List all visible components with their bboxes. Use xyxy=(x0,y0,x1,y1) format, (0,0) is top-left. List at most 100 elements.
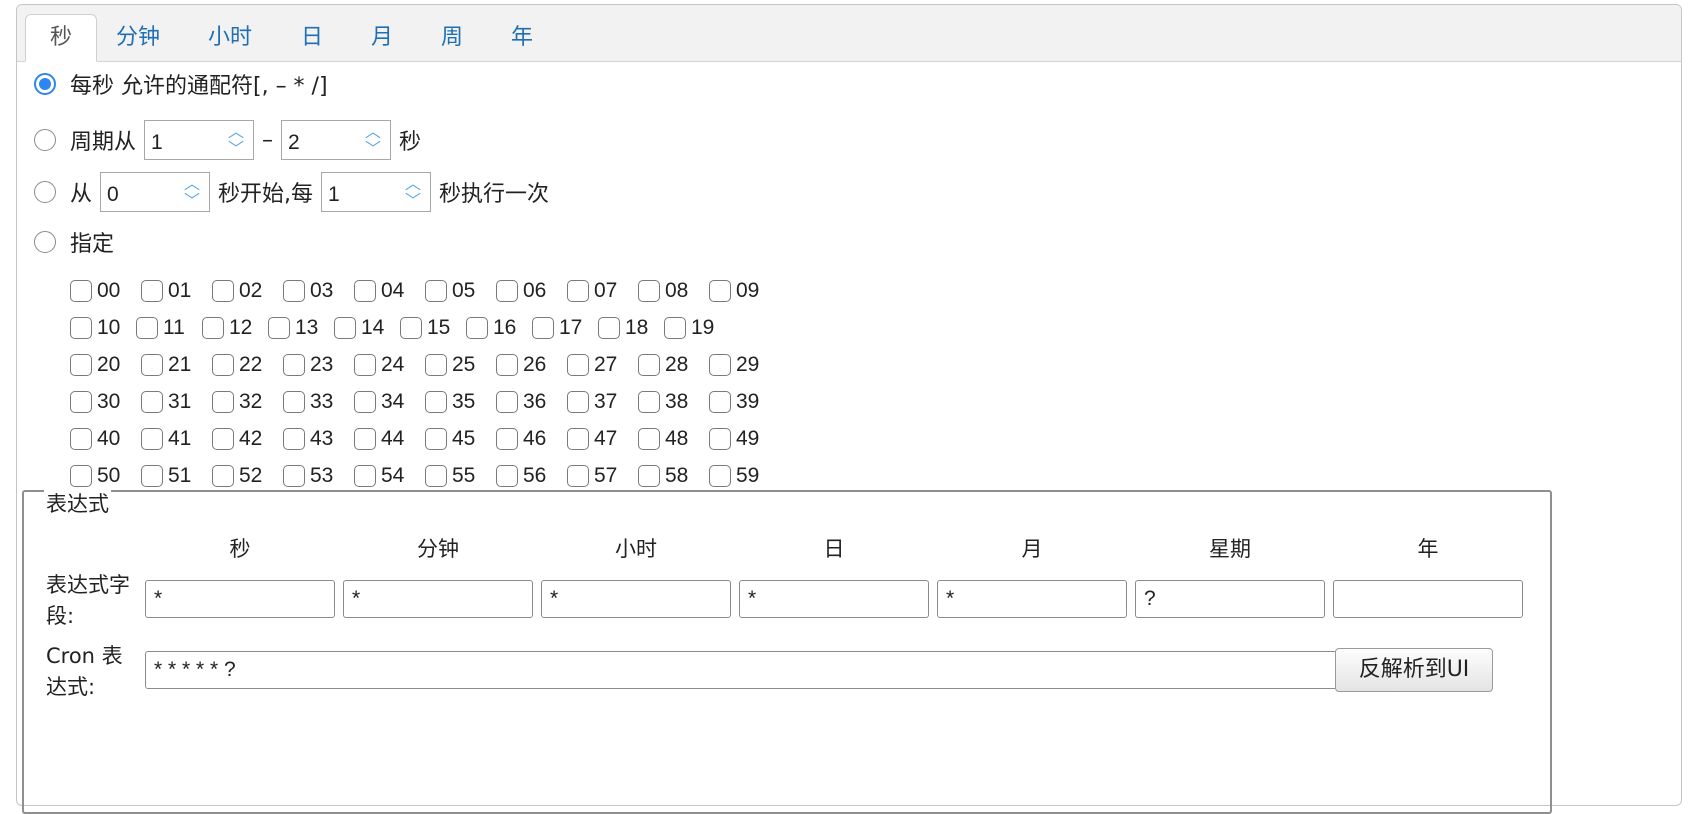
checkbox-box[interactable] xyxy=(567,427,589,450)
checkbox-box[interactable] xyxy=(496,427,518,450)
second-checkbox[interactable]: 09 xyxy=(709,279,780,303)
checkbox-box[interactable] xyxy=(283,464,305,487)
tab-month[interactable]: 月 xyxy=(361,15,403,61)
tab-hour[interactable]: 小时 xyxy=(199,15,261,61)
second-checkbox[interactable]: 18 xyxy=(598,316,664,340)
second-checkbox[interactable]: 56 xyxy=(496,464,567,488)
second-checkbox[interactable]: 14 xyxy=(334,316,400,340)
tab-second[interactable]: 秒 xyxy=(25,14,97,62)
option-specify[interactable]: 指定 xyxy=(34,222,114,262)
second-checkbox[interactable]: 03 xyxy=(283,279,354,303)
checkbox-box[interactable] xyxy=(283,390,305,413)
checkbox-box[interactable] xyxy=(425,427,447,450)
second-checkbox[interactable]: 50 xyxy=(70,464,141,488)
cron-expression-input[interactable]: * * * * * ? xyxy=(145,651,1337,689)
second-checkbox[interactable]: 58 xyxy=(638,464,709,488)
checkbox-box[interactable] xyxy=(136,316,158,339)
checkbox-box[interactable] xyxy=(400,316,422,339)
second-checkbox[interactable]: 57 xyxy=(567,464,638,488)
minute-field-input[interactable]: * xyxy=(343,580,533,618)
checkbox-box[interactable] xyxy=(70,464,92,487)
chevron-down-icon[interactable]: ﹀ xyxy=(400,192,426,209)
second-checkbox[interactable]: 22 xyxy=(212,353,283,377)
checkbox-box[interactable] xyxy=(664,316,686,339)
second-checkbox[interactable]: 37 xyxy=(567,390,638,414)
checkbox-box[interactable] xyxy=(638,464,660,487)
second-checkbox[interactable]: 05 xyxy=(425,279,496,303)
checkbox-box[interactable] xyxy=(212,353,234,376)
chevron-down-icon[interactable]: ﹀ xyxy=(223,140,249,157)
second-checkbox[interactable]: 38 xyxy=(638,390,709,414)
checkbox-box[interactable] xyxy=(283,279,305,302)
second-checkbox[interactable]: 51 xyxy=(141,464,212,488)
checkbox-box[interactable] xyxy=(425,353,447,376)
weekday-field-input[interactable]: ? xyxy=(1135,580,1325,618)
checkbox-box[interactable] xyxy=(141,427,163,450)
checkbox-box[interactable] xyxy=(496,390,518,413)
second-checkbox[interactable]: 00 xyxy=(70,279,141,303)
checkbox-box[interactable] xyxy=(268,316,290,339)
second-checkbox[interactable]: 49 xyxy=(709,427,780,451)
second-checkbox[interactable]: 16 xyxy=(466,316,532,340)
option-every-second[interactable]: 每秒 允许的通配符[, – * /] xyxy=(34,64,328,104)
second-checkbox[interactable]: 54 xyxy=(354,464,425,488)
chevron-up-icon[interactable]: ︿ xyxy=(179,175,205,192)
checkbox-box[interactable] xyxy=(567,464,589,487)
checkbox-box[interactable] xyxy=(354,279,376,302)
second-checkbox[interactable]: 23 xyxy=(283,353,354,377)
second-checkbox[interactable]: 04 xyxy=(354,279,425,303)
every-interval-stepper[interactable]: 1 ︿ ﹀ xyxy=(321,172,432,212)
second-field-input[interactable]: * xyxy=(145,580,335,618)
checkbox-box[interactable] xyxy=(283,427,305,450)
cycle-to-stepper[interactable]: 2 ︿ ﹀ xyxy=(281,120,392,160)
second-checkbox[interactable]: 12 xyxy=(202,316,268,340)
checkbox-box[interactable] xyxy=(425,279,447,302)
second-checkbox[interactable]: 24 xyxy=(354,353,425,377)
second-checkbox[interactable]: 29 xyxy=(709,353,780,377)
checkbox-box[interactable] xyxy=(638,390,660,413)
tab-week[interactable]: 周 xyxy=(431,15,473,61)
second-checkbox[interactable]: 20 xyxy=(70,353,141,377)
second-checkbox[interactable]: 42 xyxy=(212,427,283,451)
year-field-input[interactable] xyxy=(1333,580,1523,618)
checkbox-box[interactable] xyxy=(496,353,518,376)
chevron-down-icon[interactable]: ﹀ xyxy=(360,140,386,157)
second-checkbox[interactable]: 28 xyxy=(638,353,709,377)
second-checkbox[interactable]: 53 xyxy=(283,464,354,488)
second-checkbox[interactable]: 46 xyxy=(496,427,567,451)
second-checkbox[interactable]: 31 xyxy=(141,390,212,414)
checkbox-box[interactable] xyxy=(141,464,163,487)
checkbox-box[interactable] xyxy=(638,427,660,450)
radio-start-every[interactable] xyxy=(34,181,56,203)
second-checkbox[interactable]: 13 xyxy=(268,316,334,340)
checkbox-box[interactable] xyxy=(354,464,376,487)
tab-day[interactable]: 日 xyxy=(291,15,333,61)
second-checkbox[interactable]: 32 xyxy=(212,390,283,414)
second-checkbox[interactable]: 55 xyxy=(425,464,496,488)
second-checkbox[interactable]: 19 xyxy=(664,316,730,340)
second-checkbox[interactable]: 26 xyxy=(496,353,567,377)
checkbox-box[interactable] xyxy=(496,279,518,302)
checkbox-box[interactable] xyxy=(532,316,554,339)
checkbox-box[interactable] xyxy=(70,390,92,413)
second-checkbox[interactable]: 30 xyxy=(70,390,141,414)
checkbox-box[interactable] xyxy=(70,279,92,302)
second-checkbox[interactable]: 33 xyxy=(283,390,354,414)
second-checkbox[interactable]: 48 xyxy=(638,427,709,451)
second-checkbox[interactable]: 25 xyxy=(425,353,496,377)
start-from-stepper[interactable]: 0 ︿ ﹀ xyxy=(100,172,211,212)
second-checkbox[interactable]: 39 xyxy=(709,390,780,414)
tab-minute[interactable]: 分钟 xyxy=(107,15,169,61)
checkbox-box[interactable] xyxy=(598,316,620,339)
cycle-from-stepper[interactable]: 1 ︿ ﹀ xyxy=(144,120,255,160)
option-cycle[interactable]: 周期从 1 ︿ ﹀ – 2 ︿ ﹀ 秒 xyxy=(34,120,421,160)
checkbox-box[interactable] xyxy=(709,279,731,302)
checkbox-box[interactable] xyxy=(425,390,447,413)
month-field-input[interactable]: * xyxy=(937,580,1127,618)
second-checkbox[interactable]: 07 xyxy=(567,279,638,303)
checkbox-box[interactable] xyxy=(212,464,234,487)
second-checkbox[interactable]: 59 xyxy=(709,464,780,488)
checkbox-box[interactable] xyxy=(141,353,163,376)
checkbox-box[interactable] xyxy=(466,316,488,339)
checkbox-box[interactable] xyxy=(567,279,589,302)
